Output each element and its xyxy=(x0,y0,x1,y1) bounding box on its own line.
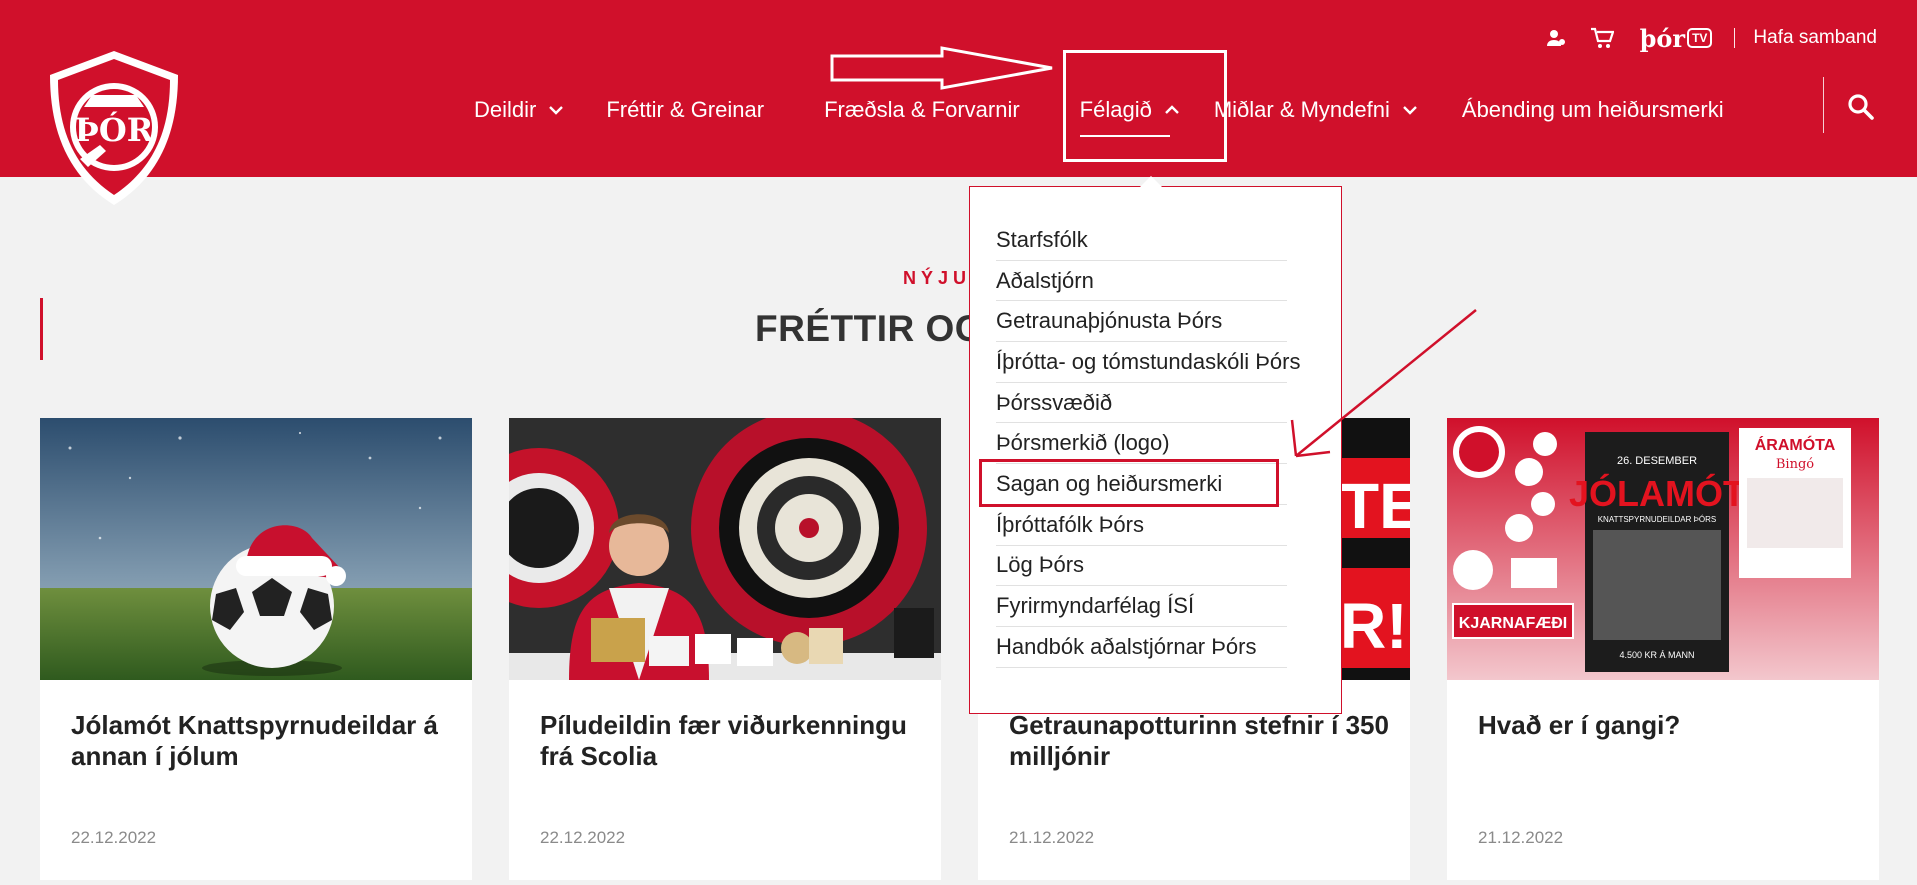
site-header: þór TV Hafa samband Deildir Fréttir & Gr… xyxy=(0,0,1917,177)
card-image-text: 4.500 KR Á MANN xyxy=(1619,650,1694,660)
menu-item-handbok[interactable]: Handbók aðalstjórnar Þórs xyxy=(996,627,1287,668)
card-image-text: 26. DESEMBER xyxy=(1617,455,1697,467)
logo-text: ÞÓR xyxy=(75,111,154,149)
menu-item-log-thors[interactable]: Lög Þórs xyxy=(996,546,1287,587)
menu-item-getraunathjonusta[interactable]: Getraunaþjónusta Þórs xyxy=(996,301,1287,343)
utility-separator xyxy=(1734,28,1736,48)
nav-label: Deildir xyxy=(474,97,537,122)
nav-item-frettir[interactable]: Fréttir & Greinar xyxy=(606,97,764,123)
news-card-image xyxy=(509,418,941,680)
news-card-image: KJARNAFÆÐI 26. DESEMBER JÓLAMÓT KNATTSPY… xyxy=(1447,418,1879,680)
nav-item-midlar[interactable]: Miðlar & Myndefni xyxy=(1214,97,1418,123)
card-image-text: ÁRAMÓTA xyxy=(1755,435,1836,454)
page: þór TV Hafa samband Deildir Fréttir & Gr… xyxy=(0,0,1917,885)
news-card-date: 22.12.2022 xyxy=(71,828,157,847)
felagid-dropdown-menu: Starfsfólk Aðalstjórn Getraunaþjónusta Þ… xyxy=(969,176,1342,714)
news-card-title: Getraunapotturinn stefnir í 350 milljóni… xyxy=(1009,710,1389,771)
nav-divider xyxy=(1823,77,1824,133)
news-card[interactable]: Píludeildin fær viðurkenningu frá Scolia… xyxy=(509,418,941,880)
nav-label: Fréttir & Greinar xyxy=(606,97,765,122)
news-card-date: 21.12.2022 xyxy=(1478,828,1564,847)
nav-item-deildir[interactable]: Deildir xyxy=(474,97,564,123)
highlight-box-sagan xyxy=(979,459,1279,507)
cart-icon[interactable] xyxy=(1586,22,1618,54)
nav-label: Miðlar & Myndefni xyxy=(1213,97,1390,122)
chevron-down-icon xyxy=(549,106,564,115)
news-card-title: Jólamót Knattspyrnudeildar á annan í jól… xyxy=(71,710,438,771)
nav-item-fraedsla[interactable]: Fræðsla & Forvarnir xyxy=(824,97,1020,123)
news-card-date: 21.12.2022 xyxy=(1009,828,1095,847)
menu-item-starfsfolk[interactable]: Starfsfólk xyxy=(996,220,1287,261)
news-card-title: Píludeildin fær viðurkenningu frá Scolia xyxy=(540,710,907,771)
tv-brand-text: þór xyxy=(1639,23,1686,53)
card-image-text: JÓLAMÓT xyxy=(1569,472,1745,514)
news-card-date: 22.12.2022 xyxy=(540,828,626,847)
contact-link[interactable]: Hafa samband xyxy=(1753,27,1877,49)
card-image-text: R! xyxy=(1340,590,1408,662)
dropdown-caret xyxy=(1140,176,1162,187)
dropdown-list: Starfsfólk Aðalstjórn Getraunaþjónusta Þ… xyxy=(996,220,1300,668)
news-card-title: Hvað er í gangi? xyxy=(1478,710,1681,740)
search-icon[interactable] xyxy=(1846,92,1876,122)
menu-item-thorssvaedid[interactable]: Þórssvæðið xyxy=(996,383,1287,424)
menu-item-ithrottaskoli[interactable]: Íþrótta- og tómstundaskóli Þórs xyxy=(996,342,1300,383)
news-card[interactable]: Jólamót Knattspyrnudeildar á annan í jól… xyxy=(40,418,472,880)
menu-item-ithrottafolk[interactable]: Íþróttafólk Þórs xyxy=(996,505,1287,546)
menu-item-adalstjorn[interactable]: Aðalstjórn xyxy=(996,261,1287,302)
card-image-text: KNATTSPYRNUDEILDAR ÞÓRS xyxy=(1598,515,1717,524)
news-card[interactable]: KJARNAFÆÐI 26. DESEMBER JÓLAMÓT KNATTSPY… xyxy=(1447,418,1879,880)
thor-tv-logo[interactable]: þór TV xyxy=(1640,24,1713,53)
nav-label: Ábending um heiðursmerki xyxy=(1461,97,1724,122)
card-image-text: Bingó xyxy=(1776,457,1814,472)
nav-label: Fræðsla & Forvarnir xyxy=(824,97,1020,122)
tv-label: TV xyxy=(1687,28,1713,48)
section-accent-bar xyxy=(40,298,43,360)
chevron-down-icon xyxy=(1403,106,1417,115)
utility-bar: þór TV Hafa samband xyxy=(1526,22,1877,54)
news-card-image xyxy=(40,418,472,680)
club-logo[interactable]: ÞÓR xyxy=(44,47,184,209)
person-icon[interactable] xyxy=(1540,22,1572,54)
card-image-text: TE xyxy=(1340,470,1410,542)
card-image-text: KJARNAFÆÐI xyxy=(1459,615,1567,632)
menu-item-fyrirmyndarfelag[interactable]: Fyrirmyndarfélag ÍSÍ xyxy=(996,586,1287,627)
highlight-box-felagid xyxy=(1063,50,1227,162)
nav-item-abending[interactable]: Ábending um heiðursmerki xyxy=(1462,97,1724,123)
